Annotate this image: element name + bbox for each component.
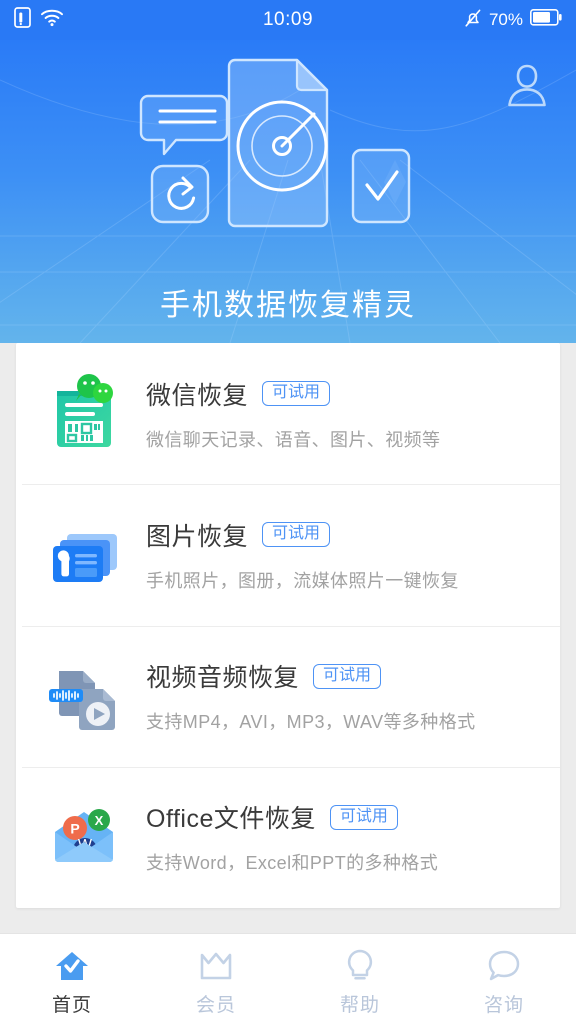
bottom-navigation: 首页 会员 帮助 咨询 <box>0 933 576 1024</box>
wechat-recovery-icon <box>38 368 130 460</box>
feature-title-row: 视频音频恢复 可试用 <box>146 658 554 694</box>
nav-label-help: 帮助 <box>339 994 380 1016</box>
feature-card-wrapper: 微信恢复 可试用 微信聊天记录、语音、图片、视频等 图片恢复 可试用 手机照片，… <box>0 343 576 933</box>
sim-card-icon <box>14 7 31 33</box>
hero-banner: 手机数据恢复精灵 <box>0 40 576 343</box>
feature-title-row: 微信恢复 可试用 <box>146 376 554 412</box>
svg-text:X: X <box>95 813 104 828</box>
wifi-icon <box>40 8 64 32</box>
status-bar-right: 70% <box>464 8 562 33</box>
bell-off-icon <box>464 8 482 33</box>
video-audio-recovery-icon <box>38 650 130 742</box>
trial-badge: 可试用 <box>329 804 398 830</box>
nav-item-consult[interactable]: 咨询 <box>432 934 576 1024</box>
feature-title: 图片恢复 <box>146 522 249 551</box>
feature-text-photo: 图片恢复 可试用 手机照片，图册，流媒体照片一键恢复 <box>146 517 554 593</box>
user-avatar-icon[interactable] <box>504 60 550 108</box>
home-check-icon <box>54 948 90 982</box>
nav-item-help[interactable]: 帮助 <box>288 934 432 1024</box>
battery-percent-label: 70% <box>488 10 523 29</box>
lightbulb-icon <box>345 948 375 982</box>
trial-badge: 可试用 <box>262 381 331 407</box>
page-title: 手机数据恢复精灵 <box>160 289 416 322</box>
chat-bubble-icon <box>487 948 521 982</box>
trial-badge: 可试用 <box>313 663 382 689</box>
feature-subtitle: 微信聊天记录、语音、图片、视频等 <box>146 429 441 450</box>
status-bar-left <box>14 7 64 33</box>
feature-title-row: 图片恢复 可试用 <box>146 517 554 553</box>
chat-bubble-icon <box>139 94 229 156</box>
refresh-icon <box>150 164 210 224</box>
feature-title-row: Office文件恢复 可试用 <box>146 799 554 835</box>
feature-card: 微信恢复 可试用 微信聊天记录、语音、图片、视频等 图片恢复 可试用 手机照片，… <box>16 343 560 908</box>
feature-subtitle: 支持MP4，AVI，MP3，WAV等多种格式 <box>146 712 476 733</box>
feature-title: Office文件恢复 <box>146 805 316 834</box>
nav-label-consult: 咨询 <box>483 994 524 1016</box>
feature-text-wechat: 微信恢复 可试用 微信聊天记录、语音、图片、视频等 <box>146 376 554 452</box>
photo-recovery-icon <box>38 509 130 601</box>
nav-label-member: 会员 <box>195 994 236 1016</box>
feature-text-video-audio: 视频音频恢复 可试用 支持MP4，AVI，MP3，WAV等多种格式 <box>146 658 554 734</box>
status-bar: 10:09 70% <box>0 0 576 40</box>
office-file-recovery-icon: X P W <box>38 791 130 883</box>
app-screen: 10:09 70% 手机数据恢复精灵 微信恢复 可试用 微信聊天记录、语音、图片… <box>0 0 576 1024</box>
feature-subtitle: 支持Word，Excel和PPT的多种格式 <box>146 853 439 874</box>
feature-row-video-audio[interactable]: 视频音频恢复 可试用 支持MP4，AVI，MP3，WAV等多种格式 <box>16 625 560 767</box>
nav-item-home[interactable]: 首页 <box>0 934 144 1024</box>
feature-row-office[interactable]: X P W Office文件恢复 可试用 支持Word，Excel和PPT的多 <box>16 766 560 908</box>
feature-row-photo[interactable]: 图片恢复 可试用 手机照片，图册，流媒体照片一键恢复 <box>16 484 560 625</box>
hero-artwork <box>0 54 576 234</box>
feature-title: 视频音频恢复 <box>146 664 300 693</box>
feature-text-office: Office文件恢复 可试用 支持Word，Excel和PPT的多种格式 <box>146 799 554 875</box>
document-scan-icon <box>227 58 329 228</box>
feature-title: 微信恢复 <box>146 381 249 410</box>
feature-row-wechat[interactable]: 微信恢复 可试用 微信聊天记录、语音、图片、视频等 <box>16 343 560 484</box>
nav-item-member[interactable]: 会员 <box>144 934 288 1024</box>
checkmark-box-icon <box>351 148 411 224</box>
battery-icon <box>530 9 562 31</box>
svg-text:P: P <box>70 821 79 837</box>
crown-icon <box>199 948 233 982</box>
nav-label-home: 首页 <box>51 994 92 1016</box>
trial-badge: 可试用 <box>262 522 331 548</box>
feature-subtitle: 手机照片，图册，流媒体照片一键恢复 <box>146 570 459 591</box>
